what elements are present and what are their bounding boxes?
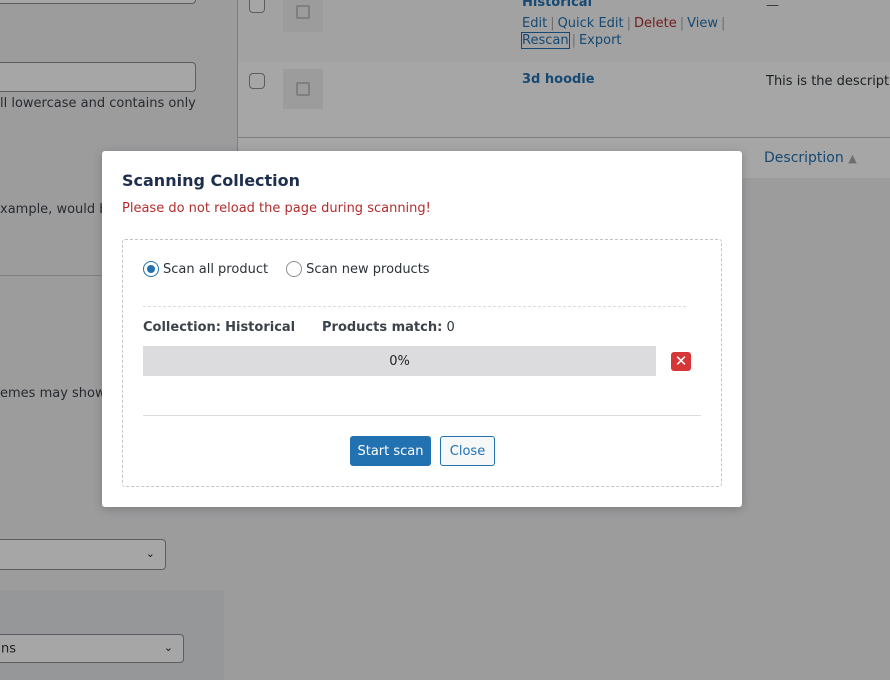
- collection-name: Historical: [225, 320, 296, 335]
- close-button[interactable]: Close: [440, 436, 495, 466]
- radio-scan-all[interactable]: [143, 261, 159, 277]
- scanning-modal: Scanning Collection Please do not reload…: [102, 151, 742, 507]
- radio-scan-new[interactable]: [286, 261, 303, 277]
- cancel-scan-icon[interactable]: ✕: [671, 352, 691, 371]
- reload-warning: Please do not reload the page during sca…: [122, 201, 431, 216]
- radio-scan-all-label[interactable]: Scan all product: [163, 262, 268, 277]
- collection-info: Collection: Historical: [143, 320, 296, 335]
- scan-options-box: Scan all product Scan new products Colle…: [122, 239, 722, 487]
- scan-mode-radios: Scan all product Scan new products: [143, 261, 430, 277]
- start-scan-button[interactable]: Start scan: [350, 436, 431, 466]
- modal-title: Scanning Collection: [122, 171, 301, 190]
- divider: [143, 415, 701, 416]
- progress-text: 0%: [389, 353, 410, 369]
- divider: [143, 306, 686, 307]
- radio-scan-new-label[interactable]: Scan new products: [306, 262, 430, 277]
- products-match-info: Products match: 0: [322, 320, 455, 335]
- scan-progress-bar: 0%: [143, 346, 656, 376]
- products-match-count: 0: [446, 320, 455, 335]
